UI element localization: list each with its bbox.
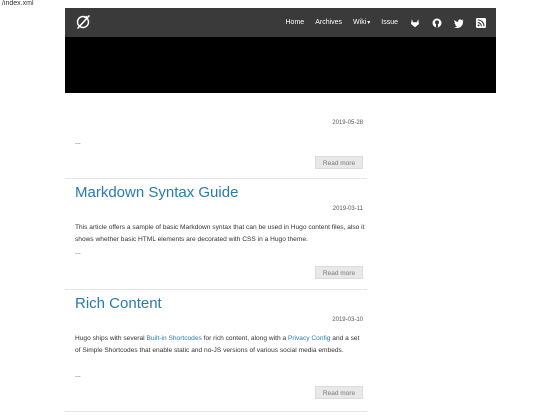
- summary-text: for rich content, along with a: [201, 335, 288, 342]
- post-ellipsis: ...: [75, 372, 81, 379]
- read-more-button[interactable]: Read more: [315, 386, 363, 399]
- twitter-icon[interactable]: [454, 18, 464, 28]
- chevron-down-icon: ▾: [367, 20, 371, 26]
- post-item: Markdown Syntax Guide 2019-03-11 This ar…: [65, 179, 367, 290]
- post-date: 2019-03-10: [332, 317, 363, 323]
- post-ellipsis: ...: [75, 139, 81, 146]
- privacy-config-link[interactable]: Privacy Config: [288, 335, 331, 342]
- nav-wiki-label: Wiki: [353, 19, 367, 26]
- post-ellipsis: ...: [75, 249, 81, 256]
- post-summary: This article offers a sample of basic Ma…: [75, 224, 365, 243]
- gitlab-icon[interactable]: [410, 18, 420, 28]
- summary-text: Hugo ships with several: [75, 335, 147, 342]
- nav-archives[interactable]: Archives: [315, 19, 342, 26]
- status-url: /index.xml: [0, 0, 36, 8]
- hugo-logo-icon[interactable]: [75, 14, 91, 30]
- post-date: 2019-03-11: [332, 206, 363, 212]
- built-in-shortcodes-link[interactable]: Built-in Shortcodes: [146, 335, 201, 342]
- read-more-button[interactable]: Read more: [315, 156, 363, 169]
- post-item: 2019-05-28 ... Read more: [65, 93, 367, 179]
- rss-icon[interactable]: [476, 17, 486, 28]
- nav-wiki-dropdown[interactable]: Wiki▾: [353, 19, 370, 26]
- hero-banner: [65, 37, 496, 93]
- nav-home[interactable]: Home: [286, 19, 305, 26]
- post-summary: Hugo ships with several Built-in Shortco…: [75, 333, 365, 357]
- github-icon[interactable]: [432, 18, 442, 28]
- nav-issue[interactable]: Issue: [381, 19, 398, 26]
- nav-links: Home Archives Wiki▾ Issue: [275, 8, 486, 37]
- read-more-button[interactable]: Read more: [315, 266, 363, 279]
- top-navbar: Home Archives Wiki▾ Issue: [65, 8, 496, 37]
- post-item: Rich Content 2019-03-10 Hugo ships with …: [65, 290, 367, 412]
- post-date: 2019-05-28: [332, 120, 363, 126]
- post-title[interactable]: Rich Content: [75, 295, 162, 312]
- post-title[interactable]: Markdown Syntax Guide: [75, 184, 238, 201]
